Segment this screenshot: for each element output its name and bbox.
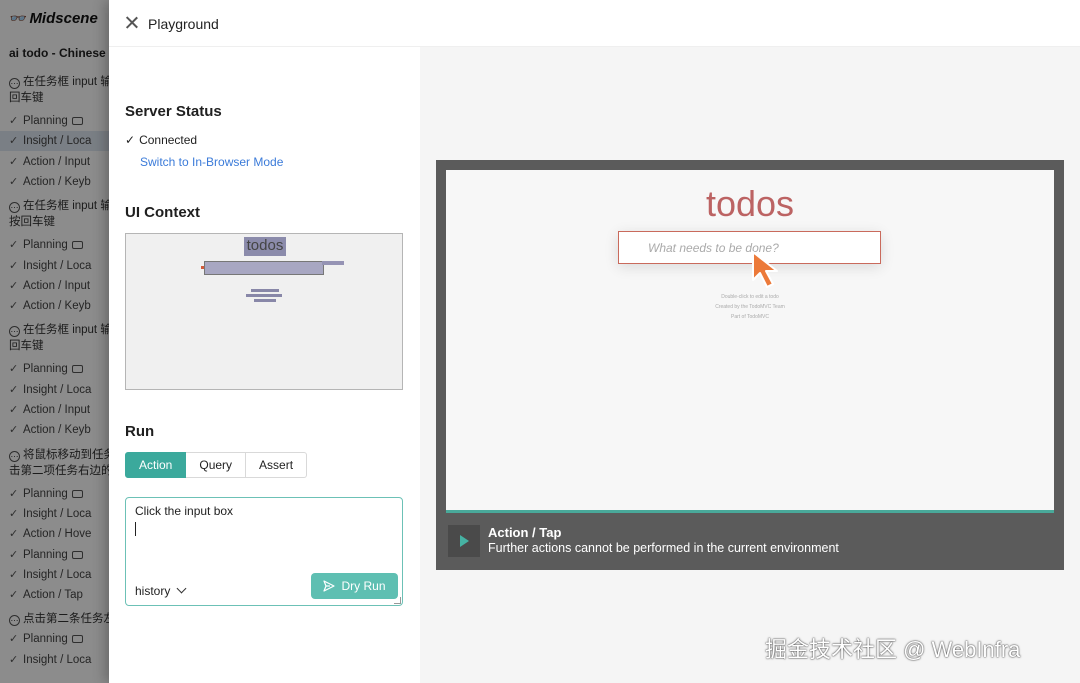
ui-context-highlight [322, 261, 344, 265]
prompt-textarea[interactable]: Click the input box history Dry Run [125, 497, 403, 606]
footer-line: Part of TodoMVC [731, 314, 769, 320]
check-icon: ✓ [125, 133, 136, 147]
play-icon[interactable] [448, 525, 480, 557]
text-caret [135, 522, 136, 536]
tab-assert[interactable]: Assert [246, 452, 308, 478]
todos-logo: todos [705, 183, 795, 224]
resize-handle[interactable] [394, 597, 401, 604]
chevron-down-icon [176, 583, 187, 594]
action-title: Action / Tap [488, 525, 562, 540]
progress-bar[interactable] [446, 510, 1054, 513]
playground-controls: Server Status ✓ Connected Switch to In-Br… [109, 47, 420, 683]
drawer-header: Playground [109, 0, 1080, 47]
send-icon [323, 580, 336, 592]
dry-run-label: Dry Run [341, 579, 386, 593]
ui-context-line [254, 299, 276, 302]
playground-drawer: Playground Server Status ✓ Connected Swit… [109, 0, 1080, 683]
server-status-title: Server Status [125, 103, 222, 120]
switch-mode-link[interactable]: Switch to In-Browser Mode [140, 155, 283, 169]
ui-context-input-highlight [204, 261, 324, 275]
history-dropdown[interactable]: history [135, 583, 187, 598]
close-icon[interactable] [124, 15, 140, 31]
tab-query[interactable]: Query [186, 452, 247, 478]
ui-context-line [246, 294, 282, 297]
footer-line: Double-click to edit a todo [721, 294, 779, 300]
footer-line: Created by the TodoMVC Team [715, 304, 785, 310]
cursor-icon [752, 251, 778, 288]
server-status: ✓ Connected [125, 133, 197, 147]
action-description: Further actions cannot be performed in t… [488, 541, 839, 555]
dry-run-button[interactable]: Dry Run [311, 573, 398, 599]
replay-area: todos What needs to be done? Double-clic… [420, 47, 1080, 683]
watermark: 掘金技术社区 @ WebInfra [765, 637, 1021, 662]
ui-context-preview: todos [125, 233, 403, 390]
connected-label: Connected [139, 133, 198, 147]
ui-context-todos-label: todos [244, 237, 286, 256]
ui-context-title: UI Context [125, 204, 200, 221]
replay-player: todos What needs to be done? Double-clic… [436, 160, 1064, 570]
prompt-text[interactable]: Click the input box [135, 504, 233, 518]
ui-context-line [251, 289, 279, 292]
tab-action[interactable]: Action [125, 452, 187, 478]
replay-screen: todos What needs to be done? Double-clic… [446, 170, 1054, 510]
drawer-title: Playground [148, 16, 219, 32]
history-label: history [135, 584, 171, 598]
run-type-tabs: Action Query Assert [125, 452, 308, 478]
run-title: Run [125, 423, 155, 440]
